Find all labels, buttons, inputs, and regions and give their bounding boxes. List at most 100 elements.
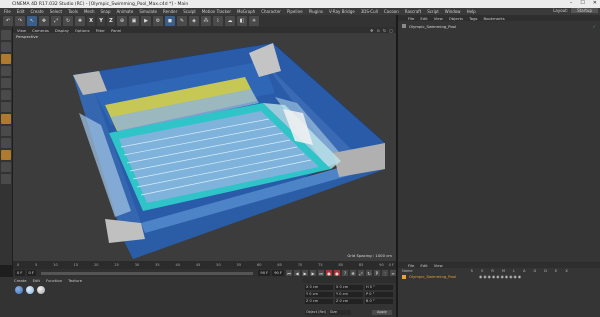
snap-icon[interactable]: [1, 138, 11, 148]
layer-list-item[interactable]: Olympic_Swimming_Pool ◉◉◉◉◉◉◉◉◉◉: [402, 274, 522, 279]
current-frame-field[interactable]: 0 F: [26, 270, 36, 276]
record-icon[interactable]: ●: [326, 270, 332, 276]
edges-mode-icon[interactable]: [1, 90, 11, 100]
position-x-field[interactable]: X 0 cm: [305, 285, 333, 290]
object-menu-file[interactable]: File: [408, 16, 414, 21]
recent-tools-icon[interactable]: ✚: [75, 16, 85, 26]
light-icon[interactable]: ☀: [249, 16, 259, 26]
coord-size-dropdown[interactable]: Size: [329, 310, 351, 315]
position-z-field[interactable]: Z 0 cm: [305, 299, 333, 304]
workplane-icon[interactable]: [1, 66, 11, 76]
menu-sculpt[interactable]: Sculpt: [183, 9, 196, 14]
workplane-lock-icon[interactable]: [1, 162, 11, 172]
viewport-menu-cameras[interactable]: Cameras: [32, 28, 49, 33]
maximize-button[interactable]: ☐: [580, 0, 584, 6]
deformer-icon[interactable]: ⌇: [213, 16, 223, 26]
visibility-check-icon[interactable]: ✓: [593, 24, 596, 29]
menu-cacoon[interactable]: Cacoon: [384, 9, 399, 14]
subdivision-icon[interactable]: ◈: [189, 16, 199, 26]
rotation-p-field[interactable]: P 0 °: [365, 292, 393, 297]
next-key-icon[interactable]: ▶: [310, 270, 316, 276]
viewport-menu-filter[interactable]: Filter: [96, 28, 105, 33]
coordinate-system-icon[interactable]: ⊕: [117, 16, 127, 26]
goto-start-icon[interactable]: ⏮: [286, 270, 292, 276]
scale-key-icon[interactable]: ⤢: [358, 270, 364, 276]
material-menu-edit[interactable]: Edit: [33, 278, 40, 283]
object-menu-edit[interactable]: Edit: [420, 16, 427, 21]
menu-render[interactable]: Render: [163, 9, 177, 14]
prev-key-icon[interactable]: ◀: [294, 270, 300, 276]
scale-tool-icon[interactable]: ⤢: [51, 16, 61, 26]
layer-menu-edit[interactable]: Edit: [420, 263, 427, 268]
material-menu-create[interactable]: Create: [14, 278, 27, 283]
menu-select[interactable]: Select: [50, 9, 62, 14]
size-y-field[interactable]: Y 0 cm: [335, 292, 363, 297]
menu-script[interactable]: Script: [427, 9, 439, 14]
menu-3ds-cull[interactable]: 3DS-Cull: [361, 9, 378, 14]
menu-window[interactable]: Window: [445, 9, 461, 14]
grid-icon[interactable]: [1, 174, 11, 184]
frame-range-slider[interactable]: [41, 271, 254, 275]
move-tool-icon[interactable]: ✥: [39, 16, 49, 26]
object-menu-bookmarks[interactable]: Bookmarks: [484, 16, 505, 21]
model-mode-icon[interactable]: [1, 42, 11, 52]
size-z-field[interactable]: Z 0 cm: [335, 299, 363, 304]
environment-icon[interactable]: ☁: [225, 16, 235, 26]
viewport-perspective[interactable]: View Cameras Display Options Filter Pane…: [13, 27, 396, 261]
undo-icon[interactable]: ↶: [3, 16, 13, 26]
make-editable-icon[interactable]: [1, 30, 11, 40]
render-picture-viewer-icon[interactable]: ▶: [141, 16, 151, 26]
size-x-field[interactable]: X 0 cm: [335, 285, 363, 290]
texture-mode-icon[interactable]: [1, 54, 11, 64]
polygons-mode-icon[interactable]: [1, 102, 11, 112]
menu-file[interactable]: File: [4, 9, 11, 14]
menu-rascraft[interactable]: Rascraft: [405, 9, 421, 14]
layer-toggle-icons[interactable]: ◉◉◉◉◉◉◉◉◉◉: [479, 274, 522, 279]
autokey-icon[interactable]: ●: [334, 270, 340, 276]
render-settings-icon[interactable]: ⚙: [153, 16, 163, 26]
menu-help[interactable]: Help: [467, 9, 476, 14]
cube-icon[interactable]: ◼: [165, 16, 175, 26]
z-axis-lock-button[interactable]: Z: [107, 16, 115, 26]
viewport-menu-display[interactable]: Display: [55, 28, 69, 33]
layer-menu-file[interactable]: File: [408, 263, 414, 268]
pen-icon[interactable]: ✎: [177, 16, 187, 26]
object-name[interactable]: Olympic_Swimming_Pool: [409, 24, 456, 29]
rotation-h-field[interactable]: H 0 °: [365, 285, 393, 290]
object-menu-view[interactable]: View: [434, 16, 443, 21]
layer-name[interactable]: Olympic_Swimming_Pool: [409, 274, 456, 279]
object-menu-tags[interactable]: Tags: [469, 16, 477, 21]
layout-dropdown[interactable]: Startup: [571, 8, 598, 13]
play-icon[interactable]: ▶: [302, 270, 308, 276]
material-swatch-water[interactable]: [26, 286, 34, 294]
menu-character[interactable]: Character: [261, 9, 281, 14]
menu-mesh[interactable]: Mesh: [84, 9, 95, 14]
goto-end-icon[interactable]: ⏭: [318, 270, 324, 276]
live-selection-icon[interactable]: ↖: [27, 16, 37, 26]
object-menu-objects[interactable]: Objects: [449, 16, 463, 21]
material-swatch-blue[interactable]: [15, 286, 23, 294]
menu-motion-tracker[interactable]: Motion Tracker: [202, 9, 231, 14]
menu-pipeline[interactable]: Pipeline: [287, 9, 303, 14]
rotate-tool-icon[interactable]: ↻: [63, 16, 73, 26]
layer-menu-view[interactable]: View: [434, 263, 443, 268]
render-view-icon[interactable]: ▣: [129, 16, 139, 26]
position-key-icon[interactable]: ✥: [350, 270, 356, 276]
max-frame-field[interactable]: 90 F: [272, 270, 284, 276]
menu-simulate[interactable]: Simulate: [139, 9, 157, 14]
points-mode-icon[interactable]: [1, 78, 11, 88]
viewport-menu-options[interactable]: Options: [75, 28, 90, 33]
viewport-menu-view[interactable]: View: [17, 28, 26, 33]
pla-key-icon[interactable]: ⋮: [382, 270, 388, 276]
array-icon[interactable]: ⁂: [201, 16, 211, 26]
rotation-b-field[interactable]: B 0 °: [365, 299, 393, 304]
position-y-field[interactable]: Y 0 cm: [305, 292, 333, 297]
rotation-key-icon[interactable]: ↻: [366, 270, 372, 276]
menu-snap[interactable]: Snap: [100, 9, 110, 14]
param-key-icon[interactable]: P: [374, 270, 380, 276]
solo-icon[interactable]: [1, 150, 11, 160]
stadium-model[interactable]: [13, 33, 396, 261]
menu-edit[interactable]: Edit: [17, 9, 25, 14]
start-frame-field[interactable]: 0 F: [15, 270, 25, 276]
end-frame-field[interactable]: 90 F: [258, 270, 271, 276]
